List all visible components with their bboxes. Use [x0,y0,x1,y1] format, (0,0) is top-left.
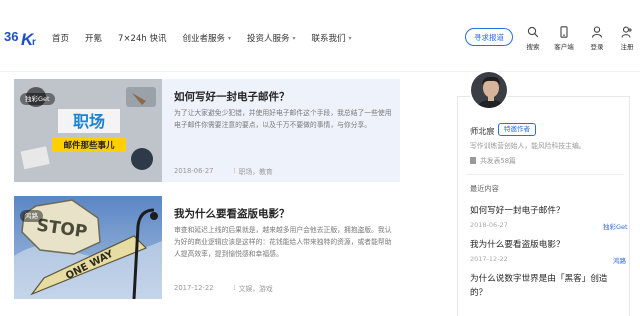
tag-icon: ⁞ [233,284,236,292]
nav-label: 投资人服务 [247,34,290,44]
nav-founder-services[interactable]: 创业者服务 ▾ [182,32,231,44]
article-summary: 审查和延迟上线的后果就是，越来越多用户会他去正版，拥抱盗版。我认为好的商业逻辑应… [174,226,392,258]
main-nav: 首页 开氪 7×24h 快讯 创业者服务 ▾ 投资人服务 ▾ 联系我们 ▾ [52,31,368,45]
nav-label: 创业者服务 [182,34,225,44]
document-icon [470,156,476,164]
thumbnail-caption: 职场 [73,112,105,131]
article-title[interactable]: 我为什么要看盗版电影？ [174,206,290,221]
logo-36kr[interactable]: 36 K r [4,26,40,48]
thumbnail-caption: 邮件那些事儿 [63,140,115,151]
recent-item-title[interactable]: 我为什么要看盗版电影？ [470,238,565,250]
article-tags[interactable]: 文娱，游戏 [239,283,273,293]
search-label: 搜索 [526,43,540,51]
article-date: 2017-12-22 [174,284,214,292]
nav-label: 联系我们 [311,34,346,44]
chevron-down-icon: ▾ [227,34,231,42]
recent-item-date: 2017-12-22 [470,255,508,263]
register-button[interactable]: 注册 [612,26,640,52]
tag-icon: ⁞ [233,167,236,175]
chevron-down-icon: ▾ [292,34,296,42]
nav-kaike[interactable]: 开氪 [85,32,102,44]
recent-item-tag[interactable]: 独彩Get [603,221,628,231]
login-label: 登录 [590,43,604,51]
article-thumbnail[interactable]: 职场 邮件那些事儿 独彩Get [14,79,162,182]
article-tags[interactable]: 职场，教育 [239,166,273,176]
nav-contact[interactable]: 联系我们 ▾ [312,32,352,44]
count-label: 共发表58篇 [480,157,516,165]
article-card[interactable]: STOP ONE WAY 鸿路 我为什么要看盗版电影？ 审查和延迟上线的后果就是… [14,196,400,299]
nav-label: 首页 [52,34,70,44]
author-name[interactable]: 师北宸 [470,125,495,137]
login-button[interactable]: 登录 [582,26,612,52]
author-badge: 特邀作者 [498,123,536,136]
recent-heading: 最近内容 [470,184,499,193]
article-title[interactable]: 如何写好一封电子邮件？ [174,89,290,104]
author-avatar[interactable] [469,70,509,110]
user-icon [591,26,603,38]
recent-item-tag[interactable]: 鸿路 [613,255,626,265]
chevron-down-icon: ▾ [348,34,352,42]
top-header: 36 K r 首页 开氪 7×24h 快讯 创业者服务 ▾ 投资人服务 ▾ 联系我们… [0,0,640,72]
client-button[interactable]: 客户端 [549,26,579,52]
nav-label: 7×24h 快讯 [118,34,167,44]
add-user-icon [621,26,632,38]
seek-report-button[interactable]: 寻求报道 [465,28,513,46]
divider [466,174,624,175]
recent-item-date: 2018-06-27 [470,221,508,229]
column-badge[interactable]: 鸿路 [20,210,43,222]
svg-text:r: r [32,37,36,48]
phone-icon [560,26,568,38]
search-icon [527,26,539,38]
nav-label: 开氪 [85,34,103,44]
svg-text:36: 36 [4,29,18,44]
nav-home[interactable]: 首页 [52,32,69,44]
article-date: 2018-06-27 [174,167,214,175]
article-meta: 2018-06-27 ⁞ 职场，教育 [174,166,273,176]
author-description: 写作训练营创始人，能风险科技主编。 [470,142,586,150]
client-label: 客户端 [554,43,574,51]
column-badge[interactable]: 独彩Get [20,93,55,105]
article-meta: 2017-12-22 ⁞ 文娱，游戏 [174,283,273,293]
author-article-count: 共发表58篇 [470,155,516,165]
search-button[interactable]: 搜索 [518,26,548,52]
nav-investor-services[interactable]: 投资人服务 ▾ [247,32,296,44]
article-card[interactable]: 职场 邮件那些事儿 独彩Get 如何写好一封电子邮件？ 为了让大家避免少犯错，并… [14,79,400,182]
recent-item-title[interactable]: 如何写好一封电子邮件？ [470,204,565,216]
nav-newsflash[interactable]: 7×24h 快讯 [118,32,166,44]
recent-item-title[interactable]: 为什么说数字世界是由「黑客」创造的？ [470,272,620,300]
article-summary: 为了让大家避免少犯错，并使用好电子邮件这个手段，我总结了一些使用电子邮件你需要注… [174,109,392,129]
article-thumbnail[interactable]: STOP ONE WAY 鸿路 [14,196,162,299]
register-label: 注册 [620,43,634,51]
